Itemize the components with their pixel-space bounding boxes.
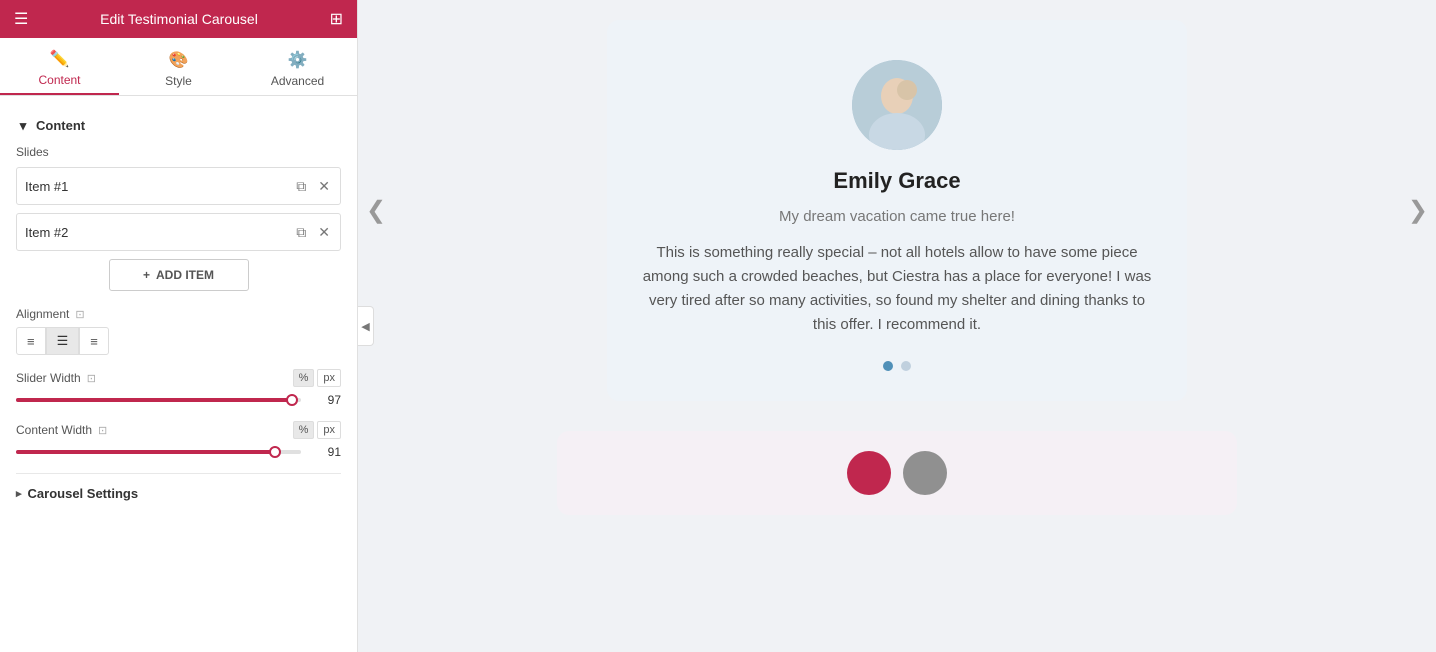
slide-2-actions: ⧉ ✕	[294, 222, 332, 243]
carousel-wrapper: ❮ Emily Grace My dream vacation came	[388, 20, 1406, 401]
slider-width-label-row: Slider Width ⊡ % px	[16, 369, 341, 387]
second-card-avatar-gray	[903, 451, 947, 495]
tab-bar: ✏️ Content 🎨 Style ⚙️ Advanced	[0, 38, 357, 96]
testimonial-body: This is something really special – not a…	[637, 241, 1157, 337]
testimonial-name: Emily Grace	[637, 168, 1157, 194]
dot-indicators	[637, 361, 1157, 371]
content-tab-icon: ✏️	[50, 49, 70, 69]
content-width-fill	[16, 450, 275, 454]
carousel-settings-header[interactable]: ▸ Carousel Settings	[16, 473, 341, 509]
slides-label: Slides	[16, 145, 341, 159]
style-tab-icon: 🎨	[169, 50, 189, 70]
slide-1-delete-button[interactable]: ✕	[316, 176, 332, 197]
slider-width-track[interactable]	[16, 398, 301, 402]
testimonial-subtitle: My dream vacation came true here!	[637, 208, 1157, 225]
content-tab-label: Content	[38, 73, 80, 87]
slider-width-value: 97	[309, 393, 341, 407]
advanced-tab-icon: ⚙️	[288, 50, 308, 70]
menu-icon[interactable]: ☰	[14, 9, 28, 29]
add-item-button[interactable]: + ADD ITEM	[109, 259, 249, 291]
avatar-area	[637, 60, 1157, 150]
slider-width-thumb[interactable]	[286, 394, 298, 406]
tab-style[interactable]: 🎨 Style	[119, 38, 238, 95]
content-width-info-icon: ⊡	[98, 424, 107, 437]
slide-1-actions: ⧉ ✕	[294, 176, 332, 197]
slider-width-fill	[16, 398, 292, 402]
carousel-prev-button[interactable]: ❮	[358, 188, 394, 233]
style-tab-label: Style	[165, 74, 192, 88]
content-width-row: 91	[16, 445, 341, 459]
slider-width-info-icon: ⊡	[87, 372, 96, 385]
slider-width-label: Slider Width	[16, 371, 81, 385]
second-preview-area	[358, 421, 1436, 535]
carousel-next-button[interactable]: ❯	[1400, 188, 1436, 233]
alignment-info-icon: ⊡	[75, 308, 84, 321]
dot-1[interactable]	[883, 361, 893, 371]
content-width-value: 91	[309, 445, 341, 459]
content-section-label: Content	[36, 118, 85, 133]
grid-icon[interactable]: ⊞	[330, 9, 343, 29]
slide-2-copy-button[interactable]: ⧉	[294, 222, 308, 243]
alignment-field: Alignment ⊡ ≡ ☰ ≡	[16, 307, 341, 355]
panel-body: ▾ Content Slides Item #1 ⧉ ✕ Item #2 ⧉ ✕…	[0, 96, 357, 652]
right-area: ◀ ❮ Emily Grace My	[358, 0, 1436, 652]
slide-item-2: Item #2 ⧉ ✕	[16, 213, 341, 251]
slider-width-percent-btn[interactable]: %	[293, 369, 315, 387]
content-width-label-row: Content Width ⊡ % px	[16, 421, 341, 439]
slider-width-px-btn[interactable]: px	[317, 369, 341, 387]
panel-header: ☰ Edit Testimonial Carousel ⊞	[0, 0, 357, 38]
second-card	[557, 431, 1237, 515]
advanced-tab-label: Advanced	[271, 74, 324, 88]
left-panel: ☰ Edit Testimonial Carousel ⊞ ✏️ Content…	[0, 0, 358, 652]
carousel-settings-label: Carousel Settings	[28, 486, 139, 501]
dot-2[interactable]	[901, 361, 911, 371]
testimonial-card: Emily Grace My dream vacation came true …	[607, 20, 1187, 401]
collapse-handle[interactable]: ◀	[358, 306, 374, 346]
content-width-field: Content Width ⊡ % px 91	[16, 421, 341, 459]
second-card-avatar-pink	[847, 451, 891, 495]
add-item-plus-icon: +	[143, 268, 150, 282]
alignment-buttons: ≡ ☰ ≡	[16, 327, 341, 355]
align-right-button[interactable]: ≡	[79, 327, 109, 355]
tab-advanced[interactable]: ⚙️ Advanced	[238, 38, 357, 95]
content-width-percent-btn[interactable]: %	[293, 421, 315, 439]
avatar	[852, 60, 942, 150]
tab-content[interactable]: ✏️ Content	[0, 38, 119, 95]
slide-item-1: Item #1 ⧉ ✕	[16, 167, 341, 205]
align-left-button[interactable]: ≡	[16, 327, 46, 355]
slide-item-2-label: Item #2	[25, 225, 294, 240]
content-width-px-btn[interactable]: px	[317, 421, 341, 439]
align-center-button[interactable]: ☰	[46, 327, 80, 355]
slider-width-field: Slider Width ⊡ % px 97	[16, 369, 341, 407]
slide-item-1-label: Item #1	[25, 179, 294, 194]
content-width-label: Content Width	[16, 423, 92, 437]
content-collapse-icon: ▾	[16, 119, 30, 133]
slide-1-copy-button[interactable]: ⧉	[294, 176, 308, 197]
add-item-label: ADD ITEM	[156, 268, 214, 282]
content-section-header[interactable]: ▾ Content	[16, 108, 341, 141]
alignment-label: Alignment ⊡	[16, 307, 341, 321]
content-width-thumb[interactable]	[269, 446, 281, 458]
carousel-settings-caret: ▸	[16, 487, 22, 500]
content-width-track[interactable]	[16, 450, 301, 454]
preview-area: ❮ Emily Grace My dream vacation came	[358, 0, 1436, 421]
slider-width-row: 97	[16, 393, 341, 407]
panel-title: Edit Testimonial Carousel	[100, 11, 258, 27]
slide-2-delete-button[interactable]: ✕	[316, 222, 332, 243]
